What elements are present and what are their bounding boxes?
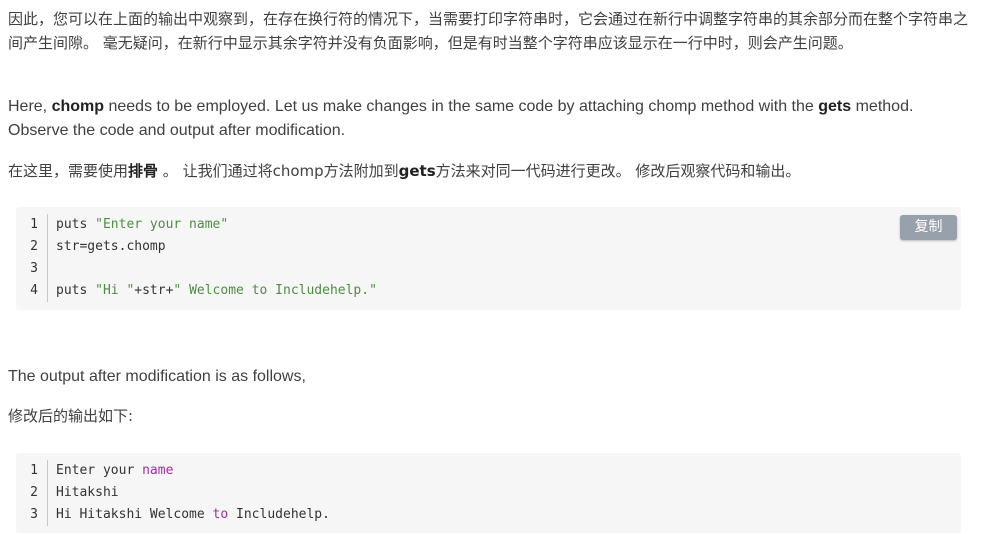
line-number: 4 xyxy=(16,280,48,302)
code-token: Enter your xyxy=(56,463,143,478)
code-line: 3 Hi Hitakshi Welcome to Includehelp. xyxy=(16,504,330,526)
code-token: puts xyxy=(56,217,96,232)
bold-gets: gets xyxy=(818,98,852,115)
paragraph-chomp-explanation: Here, chomp needs to be employed. Let us… xyxy=(8,95,978,143)
code-token: +str+ xyxy=(134,283,174,298)
text-span: 。 让我们通过将chomp方法附加到 xyxy=(158,162,399,180)
paragraph-chinese-intro: 因此，您可以在上面的输出中观察到，在存在换行符的情况下，当需要打印字符串时，它会… xyxy=(8,10,969,52)
bold-paigu: 排骨 xyxy=(128,162,159,180)
code-string: "Hi " xyxy=(95,283,135,298)
code-line: 4 puts "Hi "+str+" Welcome to Includehelp… xyxy=(16,280,377,302)
line-number: 1 xyxy=(16,214,48,236)
line-number: 2 xyxy=(16,482,48,504)
code-line: 1 puts "Enter your name" xyxy=(16,214,377,236)
code-block-source[interactable]: 1 puts "Enter your name" 2 str=gets.chomp … xyxy=(16,207,961,310)
code-line: 2 Hitakshi xyxy=(16,482,330,504)
code-line: 2 str=gets.chomp xyxy=(16,236,377,258)
code-string: "Enter your name" xyxy=(95,217,229,232)
text-span: Here, xyxy=(8,98,52,115)
code-token: Hitakshi xyxy=(56,485,119,500)
paragraph-output-intro: The output after modification is as foll… xyxy=(8,368,306,385)
text-span: 方法来对同一代码进行更改。 修改后观察代码和输出。 xyxy=(435,162,801,180)
code-block-output[interactable]: 1 Enter your name 2 Hitakshi 3 Hi Hitakshi … xyxy=(16,453,961,533)
code-lines: 1 Enter your name 2 Hitakshi 3 Hi Hitakshi … xyxy=(16,460,330,526)
text-span: needs to be employed. Let us make change… xyxy=(104,98,819,115)
code-token: Hi Hitakshi Welcome xyxy=(56,507,213,522)
code-line: 1 Enter your name xyxy=(16,460,330,482)
code-token: puts xyxy=(56,283,96,298)
paragraph-output-intro-chinese: 修改后的输出如下: xyxy=(8,407,134,425)
code-string: " Welcome to Includehelp." xyxy=(173,283,377,298)
line-number: 3 xyxy=(16,258,48,280)
code-lines: 1 puts "Enter your name" 2 str=gets.chomp … xyxy=(16,214,377,302)
copy-button[interactable]: 复制 xyxy=(900,215,957,240)
code-line: 3 xyxy=(16,258,377,280)
line-number: 1 xyxy=(16,460,48,482)
code-token: Includehelp. xyxy=(228,507,330,522)
text-span: 在这里，需要使用 xyxy=(8,162,129,180)
line-number: 3 xyxy=(16,504,48,526)
code-keyword: to xyxy=(212,507,229,522)
line-number: 2 xyxy=(16,236,48,258)
bold-gets: gets xyxy=(398,162,436,180)
code-keyword: name xyxy=(142,463,174,478)
bold-chomp: chomp xyxy=(51,98,105,115)
paragraph-chinese-chomp: 在这里，需要使用排骨 。 让我们通过将chomp方法附加到gets方法来对同一代… xyxy=(8,159,978,183)
code-token: str=gets.chomp xyxy=(56,239,166,254)
article-page: 因此，您可以在上面的输出中观察到，在存在换行符的情况下，当需要打印字符串时，它会… xyxy=(0,0,991,534)
